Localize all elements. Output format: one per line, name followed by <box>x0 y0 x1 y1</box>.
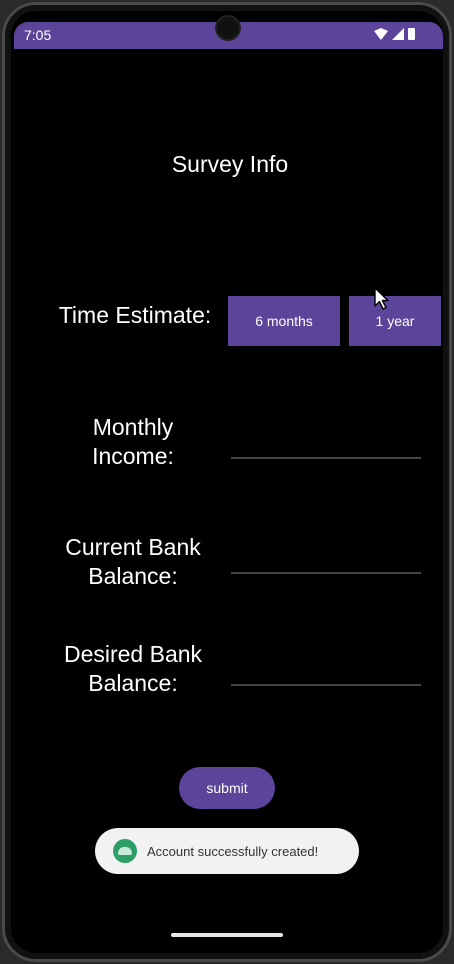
six-months-button[interactable]: 6 months <box>228 296 340 346</box>
current-balance-field[interactable] <box>231 572 421 574</box>
current-balance-label: Current Bank Balance: <box>65 534 201 589</box>
signal-icon <box>392 28 404 40</box>
home-indicator[interactable] <box>171 933 283 937</box>
phone-screen: 7:05 Survey Info Time Estimate: 6 months… <box>2 2 452 962</box>
battery-icon <box>408 28 415 40</box>
desired-balance-label: Desired Bank Balance: <box>63 641 203 696</box>
desired-balance-field[interactable] <box>231 684 421 686</box>
app-icon <box>113 839 137 863</box>
page-title: Survey Info <box>171 151 289 177</box>
time-estimate-label: Time Estimate: <box>58 302 212 328</box>
submit-button[interactable]: submit <box>179 767 275 809</box>
front-camera <box>215 15 241 41</box>
status-time: 7:05 <box>24 27 52 43</box>
one-year-button[interactable]: 1 year <box>349 296 441 346</box>
toast: Account successfully created! <box>95 828 359 874</box>
mouse-cursor-icon <box>374 287 389 310</box>
monthly-income-label: Monthly Income: <box>92 414 174 469</box>
monthly-income-field[interactable] <box>231 457 421 459</box>
toast-message: Account successfully created! <box>147 843 319 859</box>
status-icons <box>374 28 415 40</box>
wifi-icon <box>374 28 388 40</box>
